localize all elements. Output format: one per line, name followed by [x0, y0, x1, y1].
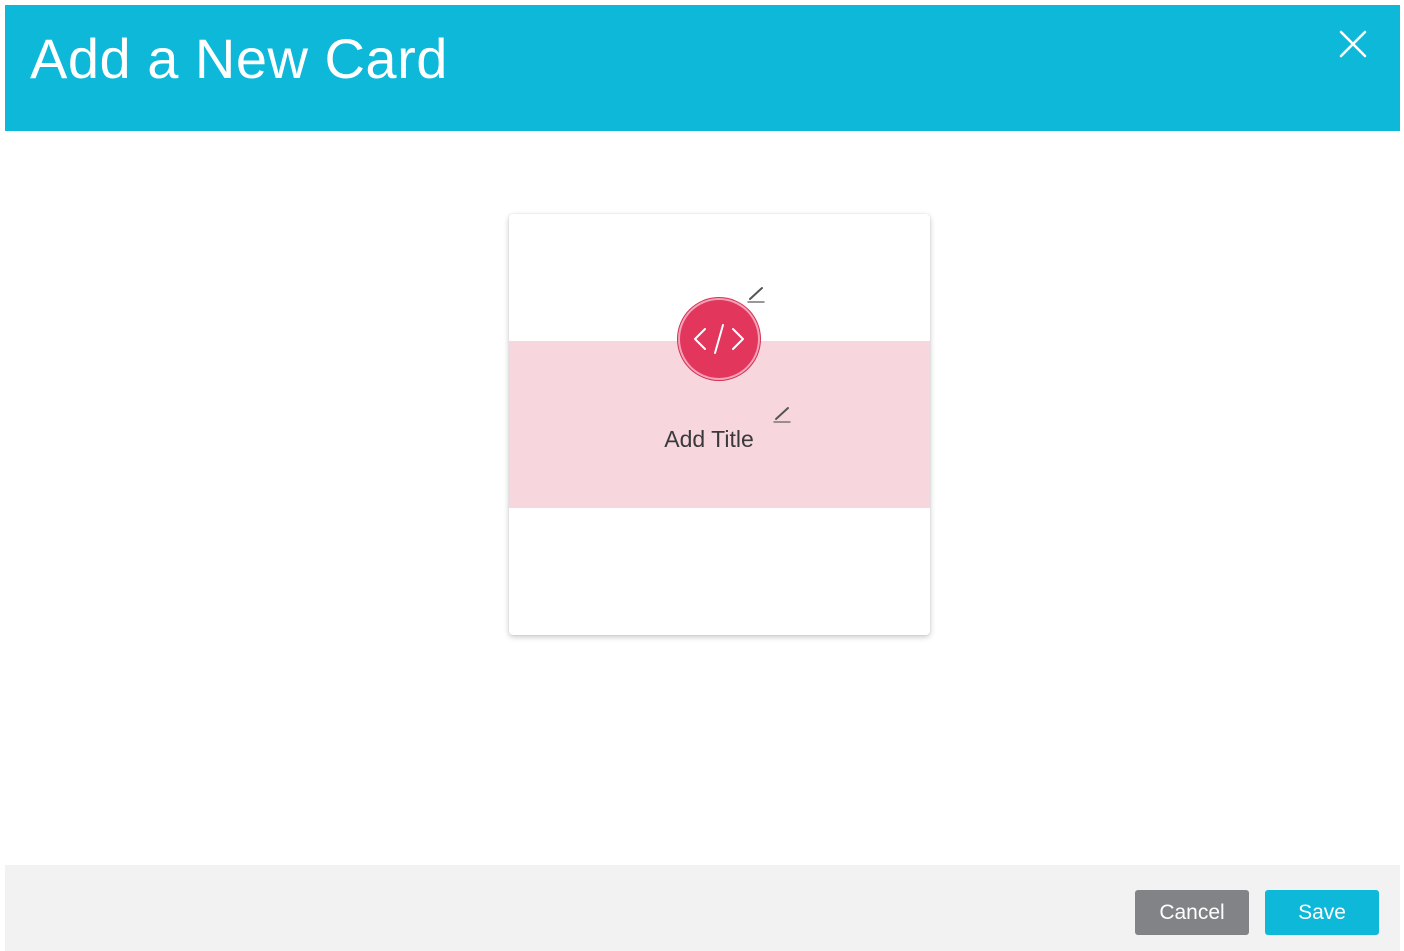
edit-icon-pencil-icon[interactable]	[745, 283, 767, 305]
edit-title-pencil-icon[interactable]	[771, 403, 793, 425]
code-icon[interactable]	[678, 298, 760, 380]
close-icon[interactable]	[1336, 27, 1370, 61]
save-button[interactable]: Save	[1265, 890, 1379, 935]
card-preview: Add Title	[509, 214, 930, 635]
dialog-header: Add a New Card	[5, 5, 1400, 131]
add-card-dialog: Add a New Card Add Title Cancel Save	[5, 5, 1400, 951]
dialog-footer: Cancel Save	[5, 865, 1400, 951]
card-title[interactable]: Add Title	[599, 425, 819, 453]
dialog-title: Add a New Card	[30, 27, 448, 90]
dialog-body: Add Title	[5, 131, 1400, 865]
cancel-button[interactable]: Cancel	[1135, 890, 1249, 935]
